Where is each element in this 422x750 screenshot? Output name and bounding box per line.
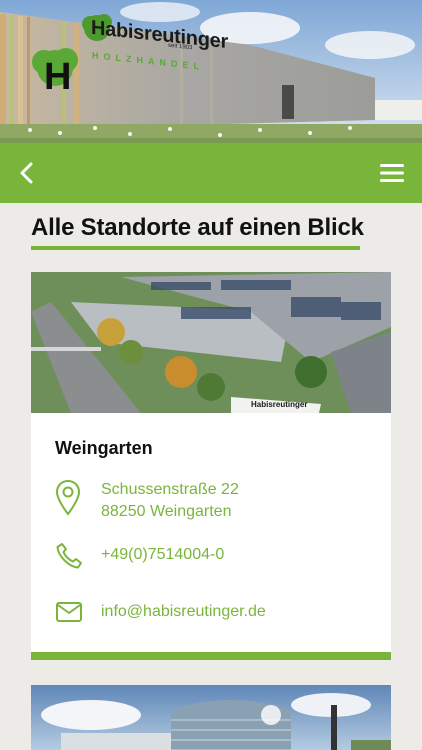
phone-row[interactable]: +49(0)7514004-0 <box>55 543 381 572</box>
navigation-bar <box>0 143 422 203</box>
location-name: Weingarten <box>55 438 153 458</box>
hero-banner: H Habisreutinger seit 1903 HOLZHANDEL <box>0 0 422 143</box>
back-button[interactable] <box>12 158 42 188</box>
address-row[interactable]: Schussenstraße 22 88250 Weingarten <box>55 479 381 527</box>
menu-button[interactable] <box>378 160 408 186</box>
email-row[interactable]: info@habisreutinger.de <box>55 601 381 629</box>
location-card-2[interactable] <box>31 685 391 750</box>
phone-icon <box>56 543 82 569</box>
photo-sign-text: Habisreutinger <box>251 400 307 409</box>
phone-number[interactable]: +49(0)7514004-0 <box>101 544 224 566</box>
location-card[interactable]: Habisreutinger Weingarten Schussenstraße… <box>31 272 391 660</box>
address-city: 88250 Weingarten <box>101 503 232 520</box>
hamburger-menu-icon <box>380 164 404 182</box>
envelope-icon <box>56 602 82 622</box>
chevron-left-icon <box>20 162 33 184</box>
map-pin-icon <box>55 479 81 516</box>
card-accent-bar <box>31 652 391 660</box>
location-photo-2 <box>31 685 391 750</box>
page-title: Alle Standorte auf einen Blick <box>31 214 364 241</box>
logo-letter: H <box>44 56 72 98</box>
email-address[interactable]: info@habisreutinger.de <box>101 601 266 623</box>
title-underline <box>31 246 360 250</box>
address-street: Schussenstraße 22 <box>101 481 239 498</box>
location-photo: Habisreutinger <box>31 272 391 413</box>
